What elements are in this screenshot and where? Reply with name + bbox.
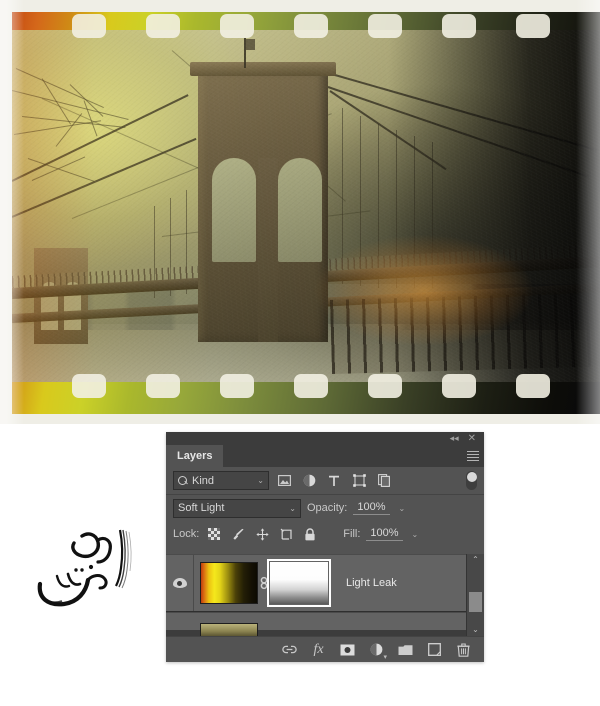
delete-layer-button[interactable] (455, 641, 472, 658)
layer-mask-thumbnail[interactable] (267, 559, 331, 607)
artwork-image (0, 0, 600, 424)
layer-thumbnail[interactable] (200, 623, 258, 636)
lock-row: Lock: Fill: 100% ⌄ (166, 521, 484, 547)
lock-position-button[interactable] (253, 525, 271, 543)
lock-transparent-pixels-button[interactable] (205, 525, 223, 543)
layer-list-scrollbar[interactable]: ⌃ ⌄ (466, 554, 484, 636)
table-row[interactable]: Light Leak (166, 554, 466, 612)
scroll-up-icon[interactable]: ⌃ (472, 554, 479, 566)
filter-adjustment-layers-button[interactable] (299, 471, 319, 491)
sprocket-holes-bottom (12, 374, 600, 400)
opacity-stepper-icon[interactable]: ⌄ (396, 504, 406, 513)
mask-link-icon[interactable] (258, 555, 270, 611)
fill-stepper-icon[interactable]: ⌄ (409, 530, 419, 539)
panel-tab-row: Layers (166, 445, 484, 467)
list-item[interactable] (166, 612, 466, 636)
lock-icon (305, 527, 315, 540)
layers-panel-toolbar: fx ▾ (166, 636, 484, 662)
filter-shape-layers-button[interactable] (349, 471, 369, 491)
checkerboard-icon (208, 528, 221, 540)
filter-smart-objects-button[interactable] (374, 471, 394, 491)
blend-mode-select[interactable]: Soft Light ⌄ (173, 498, 301, 518)
film-grain-texture (12, 30, 600, 382)
shape-icon (352, 474, 366, 487)
sprocket-holes-top (12, 14, 600, 40)
type-t-icon (329, 475, 339, 486)
tab-row-filler (223, 445, 462, 467)
new-fill-adjustment-layer-button[interactable]: ▾ (368, 641, 387, 661)
layer-name-label[interactable]: Light Leak (346, 577, 397, 589)
blend-mode-value: Soft Light (178, 502, 225, 514)
layers-panel: ◂◂ ✕ Layers Kind ⌄ Soft Light ⌄ Opacity:… (166, 432, 484, 662)
blend-mode-row: Soft Light ⌄ Opacity: 100% ⌄ (166, 495, 484, 521)
new-layer-icon (428, 643, 441, 656)
panel-menu-icon[interactable] (462, 445, 484, 467)
new-layer-button[interactable] (426, 641, 443, 658)
half-filled-circle-icon (370, 643, 383, 656)
layer-visibility-toggle[interactable] (166, 555, 194, 611)
lock-label: Lock: (173, 528, 200, 540)
add-layer-mask-button[interactable] (339, 641, 356, 658)
fill-label: Fill: (343, 528, 361, 540)
layer-list: Light Leak ⌃ ⌄ (166, 554, 484, 636)
add-layer-style-button[interactable]: fx (310, 641, 327, 658)
link-layers-button[interactable] (281, 641, 298, 658)
screenshot-root: ◂◂ ✕ Layers Kind ⌄ Soft Light ⌄ Opacity:… (0, 0, 600, 706)
adjustment-circle-icon (303, 474, 315, 487)
lock-artboard-button[interactable] (277, 525, 295, 543)
move-arrows-icon (256, 527, 269, 541)
opacity-label: Opacity: (307, 502, 348, 514)
trash-icon (457, 642, 470, 657)
eye-icon (172, 578, 187, 588)
folder-icon (398, 644, 413, 655)
opacity-input[interactable]: 100% (353, 501, 390, 515)
brush-icon (233, 528, 244, 540)
link-icon (282, 645, 297, 654)
mask-icon (340, 644, 355, 655)
filter-type-layers-button[interactable] (324, 471, 344, 491)
layer-thumbnail[interactable] (200, 562, 258, 604)
collapse-panel-icon[interactable]: ◂◂ (450, 434, 459, 443)
scrollbar-thumb[interactable] (469, 592, 482, 612)
artboard-icon (280, 528, 292, 540)
scrollbar-track[interactable] (467, 566, 484, 624)
webtadris-logo (24, 526, 146, 612)
close-icon[interactable]: ✕ (468, 433, 476, 444)
chevron-down-icon: ⌄ (257, 476, 264, 485)
smart-object-icon (378, 474, 390, 487)
scroll-down-icon[interactable]: ⌄ (472, 624, 479, 636)
filter-pixel-layers-button[interactable] (274, 471, 294, 491)
panel-titlebar: ◂◂ ✕ (166, 432, 484, 445)
chevron-down-icon: ⌄ (289, 503, 296, 513)
dropdown-tick-icon: ▾ (383, 654, 387, 661)
filter-kind-select[interactable]: Kind ⌄ (173, 471, 269, 490)
layer-filter-row: Kind ⌄ (166, 467, 484, 495)
image-icon (277, 475, 291, 486)
lock-image-pixels-button[interactable] (229, 525, 247, 543)
new-group-button[interactable] (397, 641, 414, 658)
filter-kind-value: Kind (192, 474, 215, 487)
tab-layers[interactable]: Layers (166, 445, 224, 467)
photograph-frame (12, 30, 600, 382)
filter-enable-toggle[interactable] (466, 471, 477, 490)
lock-all-button[interactable] (301, 525, 319, 543)
search-icon (178, 475, 188, 486)
fill-input[interactable]: 100% (366, 527, 403, 541)
